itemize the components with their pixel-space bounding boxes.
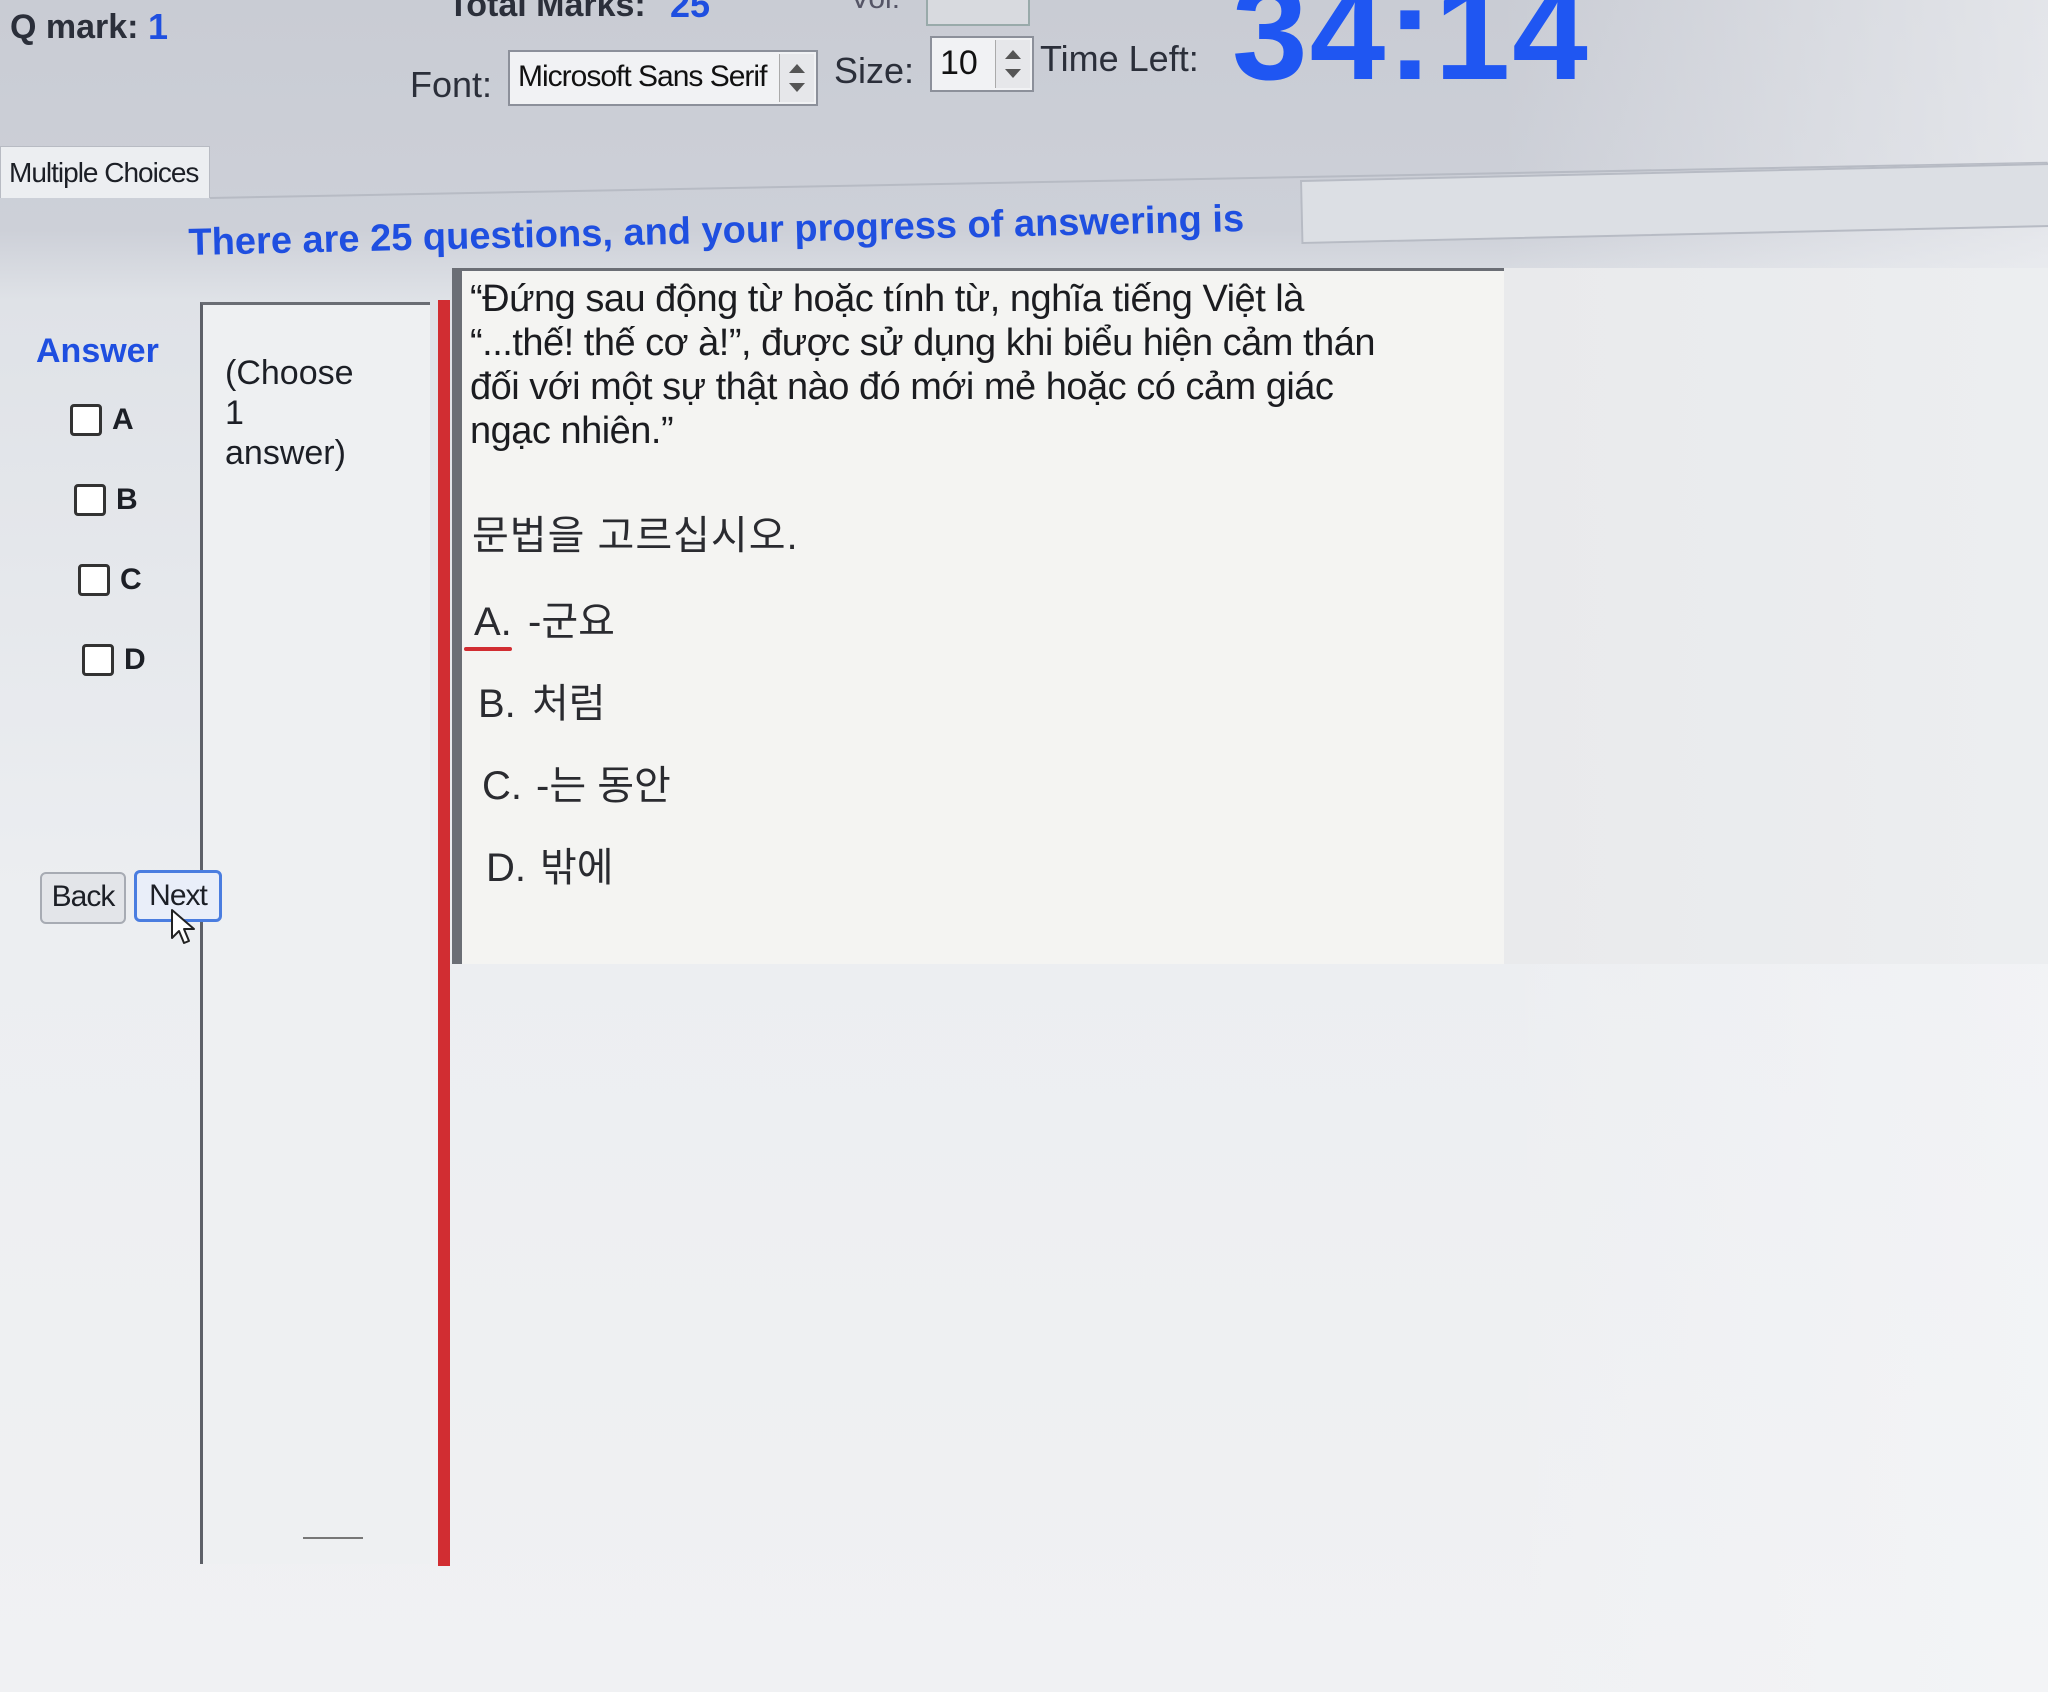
total-marks-value: 25	[670, 0, 711, 25]
option-text: 밖에	[540, 846, 614, 890]
size-spinner[interactable]	[995, 40, 1030, 88]
size-select-value: 10	[940, 44, 978, 82]
spin-down-icon[interactable]	[789, 83, 805, 92]
question-option-b: B. 처럼	[478, 671, 606, 729]
answer-title: Answer	[36, 332, 159, 370]
tab-multiple-choices[interactable]: Multiple Choices	[0, 146, 210, 198]
checkbox[interactable]	[82, 644, 114, 677]
option-letter: D.	[486, 846, 526, 890]
choose-hint: (Choose 1 answer)	[225, 354, 354, 472]
answer-option-a[interactable]: A	[70, 402, 134, 437]
question-option-a: A. -군요	[474, 589, 615, 647]
question-marker-bar	[438, 300, 450, 1566]
font-select[interactable]: Microsoft Sans Serif	[508, 50, 818, 106]
spin-up-icon[interactable]	[1005, 50, 1021, 59]
total-marks-label: Total Marks:	[448, 0, 646, 24]
option-a-underline	[464, 647, 512, 651]
mouse-cursor-icon	[171, 909, 195, 944]
answer-option-c[interactable]: C	[78, 562, 142, 597]
tab-label: Multiple Choices	[9, 157, 199, 188]
answer-option-label: B	[116, 483, 138, 517]
question-instruction: 문법을 고르십시오.	[472, 514, 799, 558]
hint-panel: (Choose 1 answer)	[200, 302, 430, 1564]
volume-select[interactable]	[926, 0, 1030, 26]
qmark-value: 1	[148, 6, 169, 47]
option-text: 처럼	[532, 682, 606, 726]
panel-divider	[303, 1537, 363, 1539]
checkbox[interactable]	[74, 484, 106, 517]
answer-option-label: C	[120, 563, 142, 597]
option-letter: A.	[474, 600, 512, 644]
question-text: “Đứng sau động từ hoặc tính từ, nghĩa ti…	[470, 278, 1375, 452]
time-left-label: Time Left:	[1040, 38, 1199, 79]
option-text: -군요	[528, 600, 615, 644]
font-label: Font:	[410, 64, 493, 105]
size-select[interactable]: 10	[930, 36, 1034, 92]
question-option-c: C. -는 동안	[482, 753, 671, 811]
question-option-d: D. 밖에	[486, 835, 614, 893]
answer-option-d[interactable]: D	[82, 642, 146, 677]
qmark-label: Q mark:	[10, 8, 139, 46]
option-letter: C.	[482, 764, 522, 808]
progress-fill	[1302, 181, 1304, 242]
answer-option-b[interactable]: B	[74, 482, 138, 517]
back-button[interactable]: Back	[40, 872, 126, 924]
volume-label: Vol:	[850, 0, 900, 16]
answer-option-label: D	[124, 643, 146, 677]
font-select-value: Microsoft Sans Serif	[518, 60, 767, 93]
size-label: Size:	[834, 50, 915, 91]
option-text: -는 동안	[536, 764, 671, 808]
option-letter: B.	[478, 682, 516, 726]
checkbox[interactable]	[78, 564, 110, 597]
spin-down-icon[interactable]	[1005, 69, 1021, 78]
question-area-extension	[1504, 268, 2048, 964]
font-spinner[interactable]	[779, 54, 814, 102]
spin-up-icon[interactable]	[789, 64, 805, 73]
checkbox[interactable]	[70, 404, 102, 437]
question-box: “Đứng sau động từ hoặc tính từ, nghĩa ti…	[452, 268, 1504, 964]
answer-option-label: A	[112, 403, 134, 437]
countdown-timer: 34:14	[1232, 0, 1590, 108]
